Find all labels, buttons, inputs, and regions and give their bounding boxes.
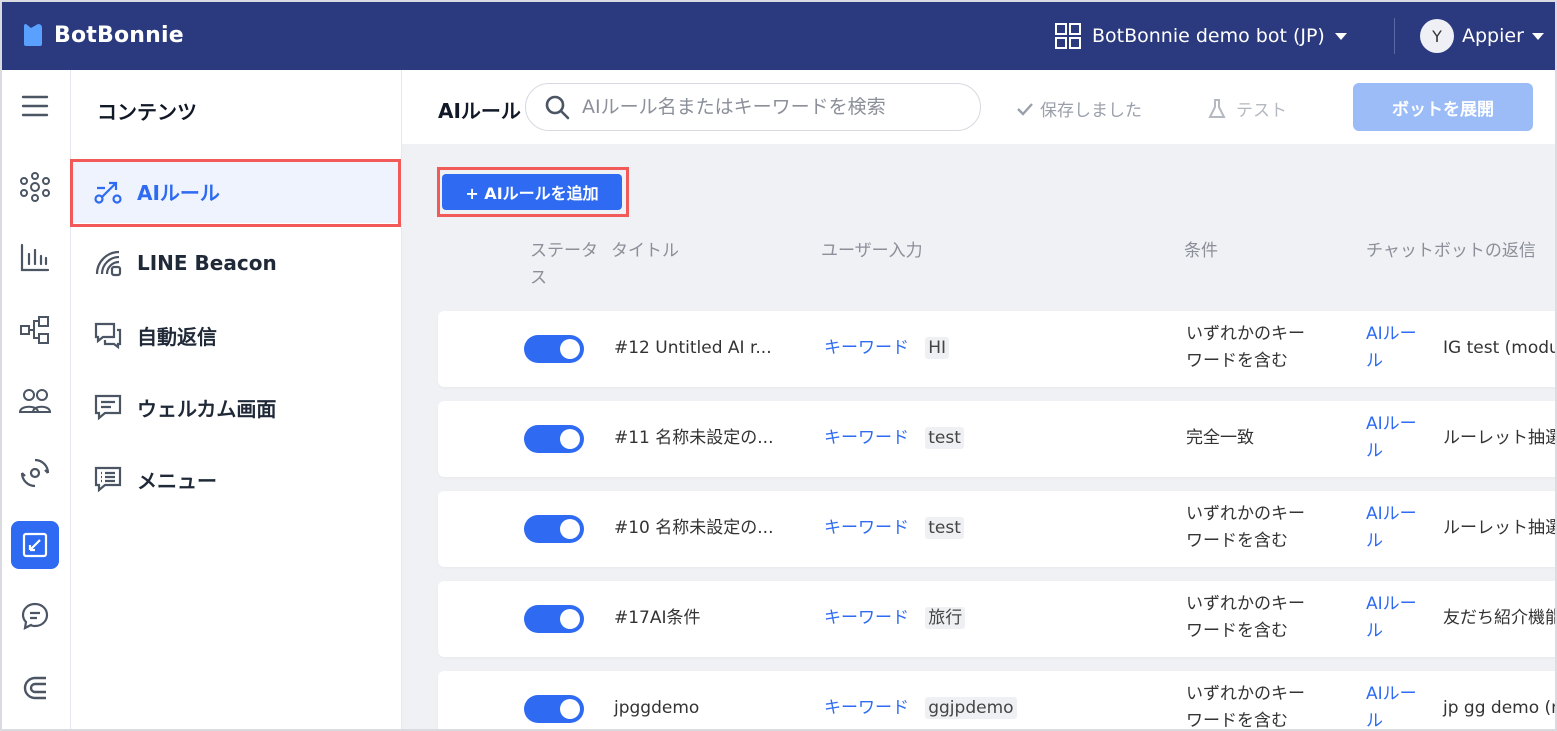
- reply-type-link[interactable]: AIルール: [1366, 501, 1417, 555]
- users-icon[interactable]: [11, 377, 59, 425]
- rule-title: jpggdemo: [614, 698, 700, 718]
- bar-chart-icon[interactable]: [11, 234, 59, 282]
- reply-type-link[interactable]: AIルール: [1366, 681, 1417, 729]
- sidebar-item-label: ウェルカム画面: [137, 396, 277, 421]
- user-input-cell: キーワード ggjpdemo: [824, 695, 1017, 722]
- avatar: Y: [1420, 19, 1454, 53]
- cycle-icon[interactable]: [11, 449, 59, 497]
- logo[interactable]: BotBonnie: [22, 22, 184, 48]
- beacon-icon: [95, 250, 122, 277]
- user-input-cell: キーワード 旅行: [824, 605, 966, 632]
- condition-cell: いずれかのキー ワードを含む: [1186, 684, 1305, 731]
- save-status: 保存しました: [1016, 96, 1142, 121]
- search-box[interactable]: [525, 83, 981, 131]
- bot-name: BotBonnie demo bot (JP): [1092, 25, 1325, 47]
- logo-text: BotBonnie: [54, 22, 184, 48]
- header-condition: 条件: [1184, 241, 1218, 261]
- logo-icon: [24, 24, 42, 46]
- user-input-cell: キーワード test: [824, 515, 964, 542]
- reply-type-link[interactable]: AIルール: [1366, 411, 1417, 465]
- table-row[interactable]: #11 名称未設定の... キーワード test 完全一致 AIルール ルーレッ…: [438, 401, 1557, 477]
- content-sidebar: コンテンツ AIルール LINE Beacon 自動返信 ウェルカム画面 メニュ…: [70, 70, 402, 729]
- toolbar: AIルール 保存しました テスト ボットを展開: [402, 70, 1555, 144]
- header-user-input: ユーザー入力: [821, 241, 923, 261]
- sidebar-title: コンテンツ: [97, 100, 197, 124]
- flask-icon: [1208, 98, 1226, 118]
- header-divider: [1394, 18, 1395, 54]
- rule-title: #12 Untitled AI r...: [614, 338, 772, 358]
- sidebar-item-line-beacon[interactable]: LINE Beacon: [71, 231, 402, 295]
- condition-cell: いずれかのキー ワードを含む: [1186, 594, 1305, 641]
- top-bar: BotBonnie BotBonnie demo bot (JP) Y Appi…: [2, 2, 1555, 70]
- sidebar-item-ai-rule[interactable]: AIルール: [71, 159, 402, 223]
- condition-cell: いずれかのキー ワードを含む: [1186, 504, 1305, 551]
- page-title: AIルール: [438, 99, 521, 123]
- app-frame: BotBonnie BotBonnie demo bot (JP) Y Appi…: [0, 0, 1557, 731]
- user-menu[interactable]: Y Appier: [1420, 18, 1544, 54]
- rule-title: #11 名称未設定の...: [614, 428, 774, 448]
- sidebar-item-label: 自動返信: [137, 324, 217, 349]
- user-input-cell: キーワード test: [824, 425, 964, 452]
- test-label: テスト: [1236, 101, 1287, 121]
- menu-icon[interactable]: [11, 82, 59, 130]
- rule-title: #10 名称未設定の...: [614, 518, 774, 538]
- sidebar-item-auto-reply[interactable]: 自動返信: [71, 303, 402, 367]
- icon-rail: [2, 70, 71, 729]
- bot-selector[interactable]: BotBonnie demo bot (JP): [1054, 20, 1347, 52]
- condition-cell: いずれかのキー ワードを含む: [1186, 324, 1305, 371]
- welcome-screen-icon: [94, 394, 122, 421]
- table-row[interactable]: #12 Untitled AI r... キーワード HI いずれかのキー ワード…: [438, 311, 1557, 387]
- main-content: AIルール 保存しました テスト ボットを展開 + AIルールを追加 ステータ: [402, 70, 1557, 731]
- reply-cell: 友だち紹介機能: [1443, 608, 1557, 628]
- reply-type-link[interactable]: AIルール: [1366, 321, 1417, 375]
- sidebar-item-label: メニュー: [137, 468, 217, 493]
- chevron-down-icon: [1531, 32, 1544, 40]
- status-toggle[interactable]: [524, 335, 584, 363]
- magnet-icon[interactable]: [11, 664, 59, 712]
- table-row[interactable]: jpggdemo キーワード ggjpdemo いずれかのキー ワードを含む AI…: [438, 671, 1557, 731]
- reply-cell: ルーレット抽選: [1443, 428, 1557, 448]
- header-reply: チャットボットの返信: [1366, 241, 1536, 261]
- sidebar-item-menu[interactable]: メニュー: [71, 447, 402, 511]
- sidebar-item-label: LINE Beacon: [137, 251, 277, 275]
- reply-cell: jp gg demo (m: [1443, 698, 1557, 718]
- search-icon: [545, 95, 570, 120]
- header-title: タイトル: [611, 241, 679, 261]
- reply-type-link[interactable]: AIルール: [1366, 591, 1417, 645]
- flow-icon[interactable]: [11, 306, 59, 354]
- deploy-button[interactable]: ボットを展開: [1353, 83, 1533, 131]
- user-input-cell: キーワード HI: [824, 335, 950, 362]
- menu-list-icon: [94, 466, 122, 493]
- auto-reply-icon: [94, 322, 122, 350]
- network-icon[interactable]: [11, 163, 59, 211]
- check-icon: [1017, 102, 1033, 116]
- reply-cell: ルーレット抽選: [1443, 518, 1557, 538]
- status-toggle[interactable]: [524, 515, 584, 543]
- search-input[interactable]: [582, 96, 962, 118]
- table-row[interactable]: #10 名称未設定の... キーワード test いずれかのキー ワードを含む A…: [438, 491, 1557, 567]
- grid-icon: [1055, 23, 1081, 49]
- status-toggle[interactable]: [524, 425, 584, 453]
- status-toggle[interactable]: [524, 605, 584, 633]
- save-status-label: 保存しました: [1040, 101, 1142, 121]
- test-button[interactable]: テスト: [1208, 96, 1287, 121]
- content-edit-icon[interactable]: [11, 521, 59, 569]
- sidebar-item-label: AIルール: [137, 180, 220, 205]
- rule-title: #17AI条件: [614, 608, 701, 628]
- sidebar-item-welcome-screen[interactable]: ウェルカム画面: [71, 375, 402, 439]
- chevron-down-icon: [1334, 32, 1347, 40]
- add-ai-rule-button[interactable]: + AIルールを追加: [442, 174, 622, 210]
- reply-cell: IG test (modu: [1443, 338, 1557, 358]
- table-row[interactable]: #17AI条件 キーワード 旅行 いずれかのキー ワードを含む AIルール 友だち…: [438, 581, 1557, 657]
- ai-rule-icon: [94, 181, 122, 204]
- condition-cell: 完全一致: [1186, 428, 1254, 448]
- header-status: ステータ ス: [530, 241, 598, 288]
- status-toggle[interactable]: [524, 695, 584, 723]
- user-name: Appier: [1462, 25, 1524, 47]
- chat-bubble-icon[interactable]: [11, 592, 59, 640]
